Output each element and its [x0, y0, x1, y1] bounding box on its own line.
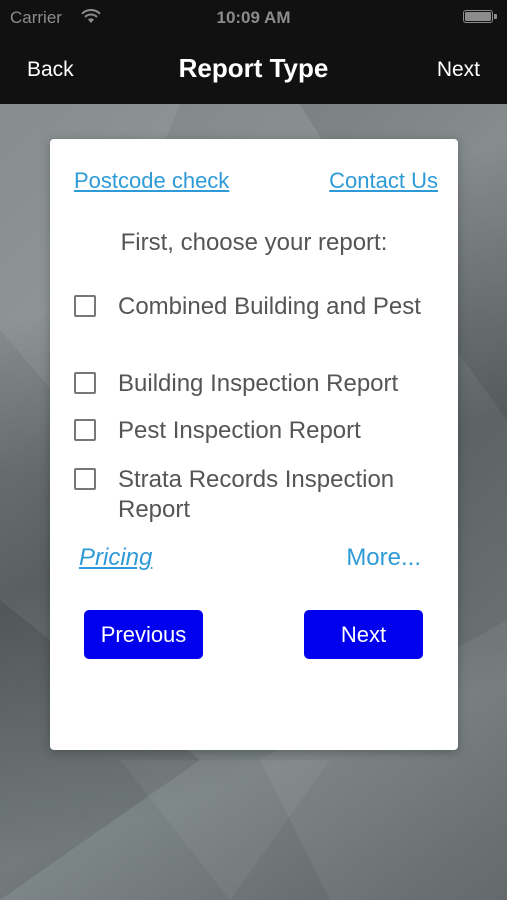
checkbox[interactable]	[74, 295, 96, 317]
option-label: Building Inspection Report	[118, 370, 399, 397]
pricing-link[interactable]: Pricing	[79, 544, 152, 572]
status-time: 10:09 AM	[216, 8, 291, 27]
checkbox[interactable]	[74, 468, 96, 490]
report-prompt: First, choose your report:	[120, 229, 388, 256]
postcode-check-link[interactable]: Postcode check	[74, 168, 229, 194]
next-button[interactable]: Next	[304, 610, 423, 659]
checkbox[interactable]	[74, 419, 96, 441]
battery-icon	[463, 10, 493, 23]
status-bar: Carrier 10:09 AM	[0, 0, 507, 34]
navigation-bar: Back Report Type Next	[0, 34, 507, 104]
page-title: Report Type	[178, 53, 329, 83]
battery-tip-icon	[494, 14, 497, 19]
checkbox[interactable]	[74, 372, 96, 394]
contact-us-link[interactable]: Contact Us	[329, 168, 438, 194]
nav-next-button[interactable]: Next	[437, 58, 480, 82]
more-link[interactable]: More...	[346, 544, 421, 572]
option-label: Combined Building and Pest	[118, 293, 421, 320]
option-label: Pest Inspection Report	[118, 417, 361, 444]
previous-button[interactable]: Previous	[84, 610, 203, 659]
option-label: Strata Records Inspection Report	[118, 466, 395, 523]
report-selection-card: Postcode check Contact Us First, choose …	[50, 139, 458, 750]
